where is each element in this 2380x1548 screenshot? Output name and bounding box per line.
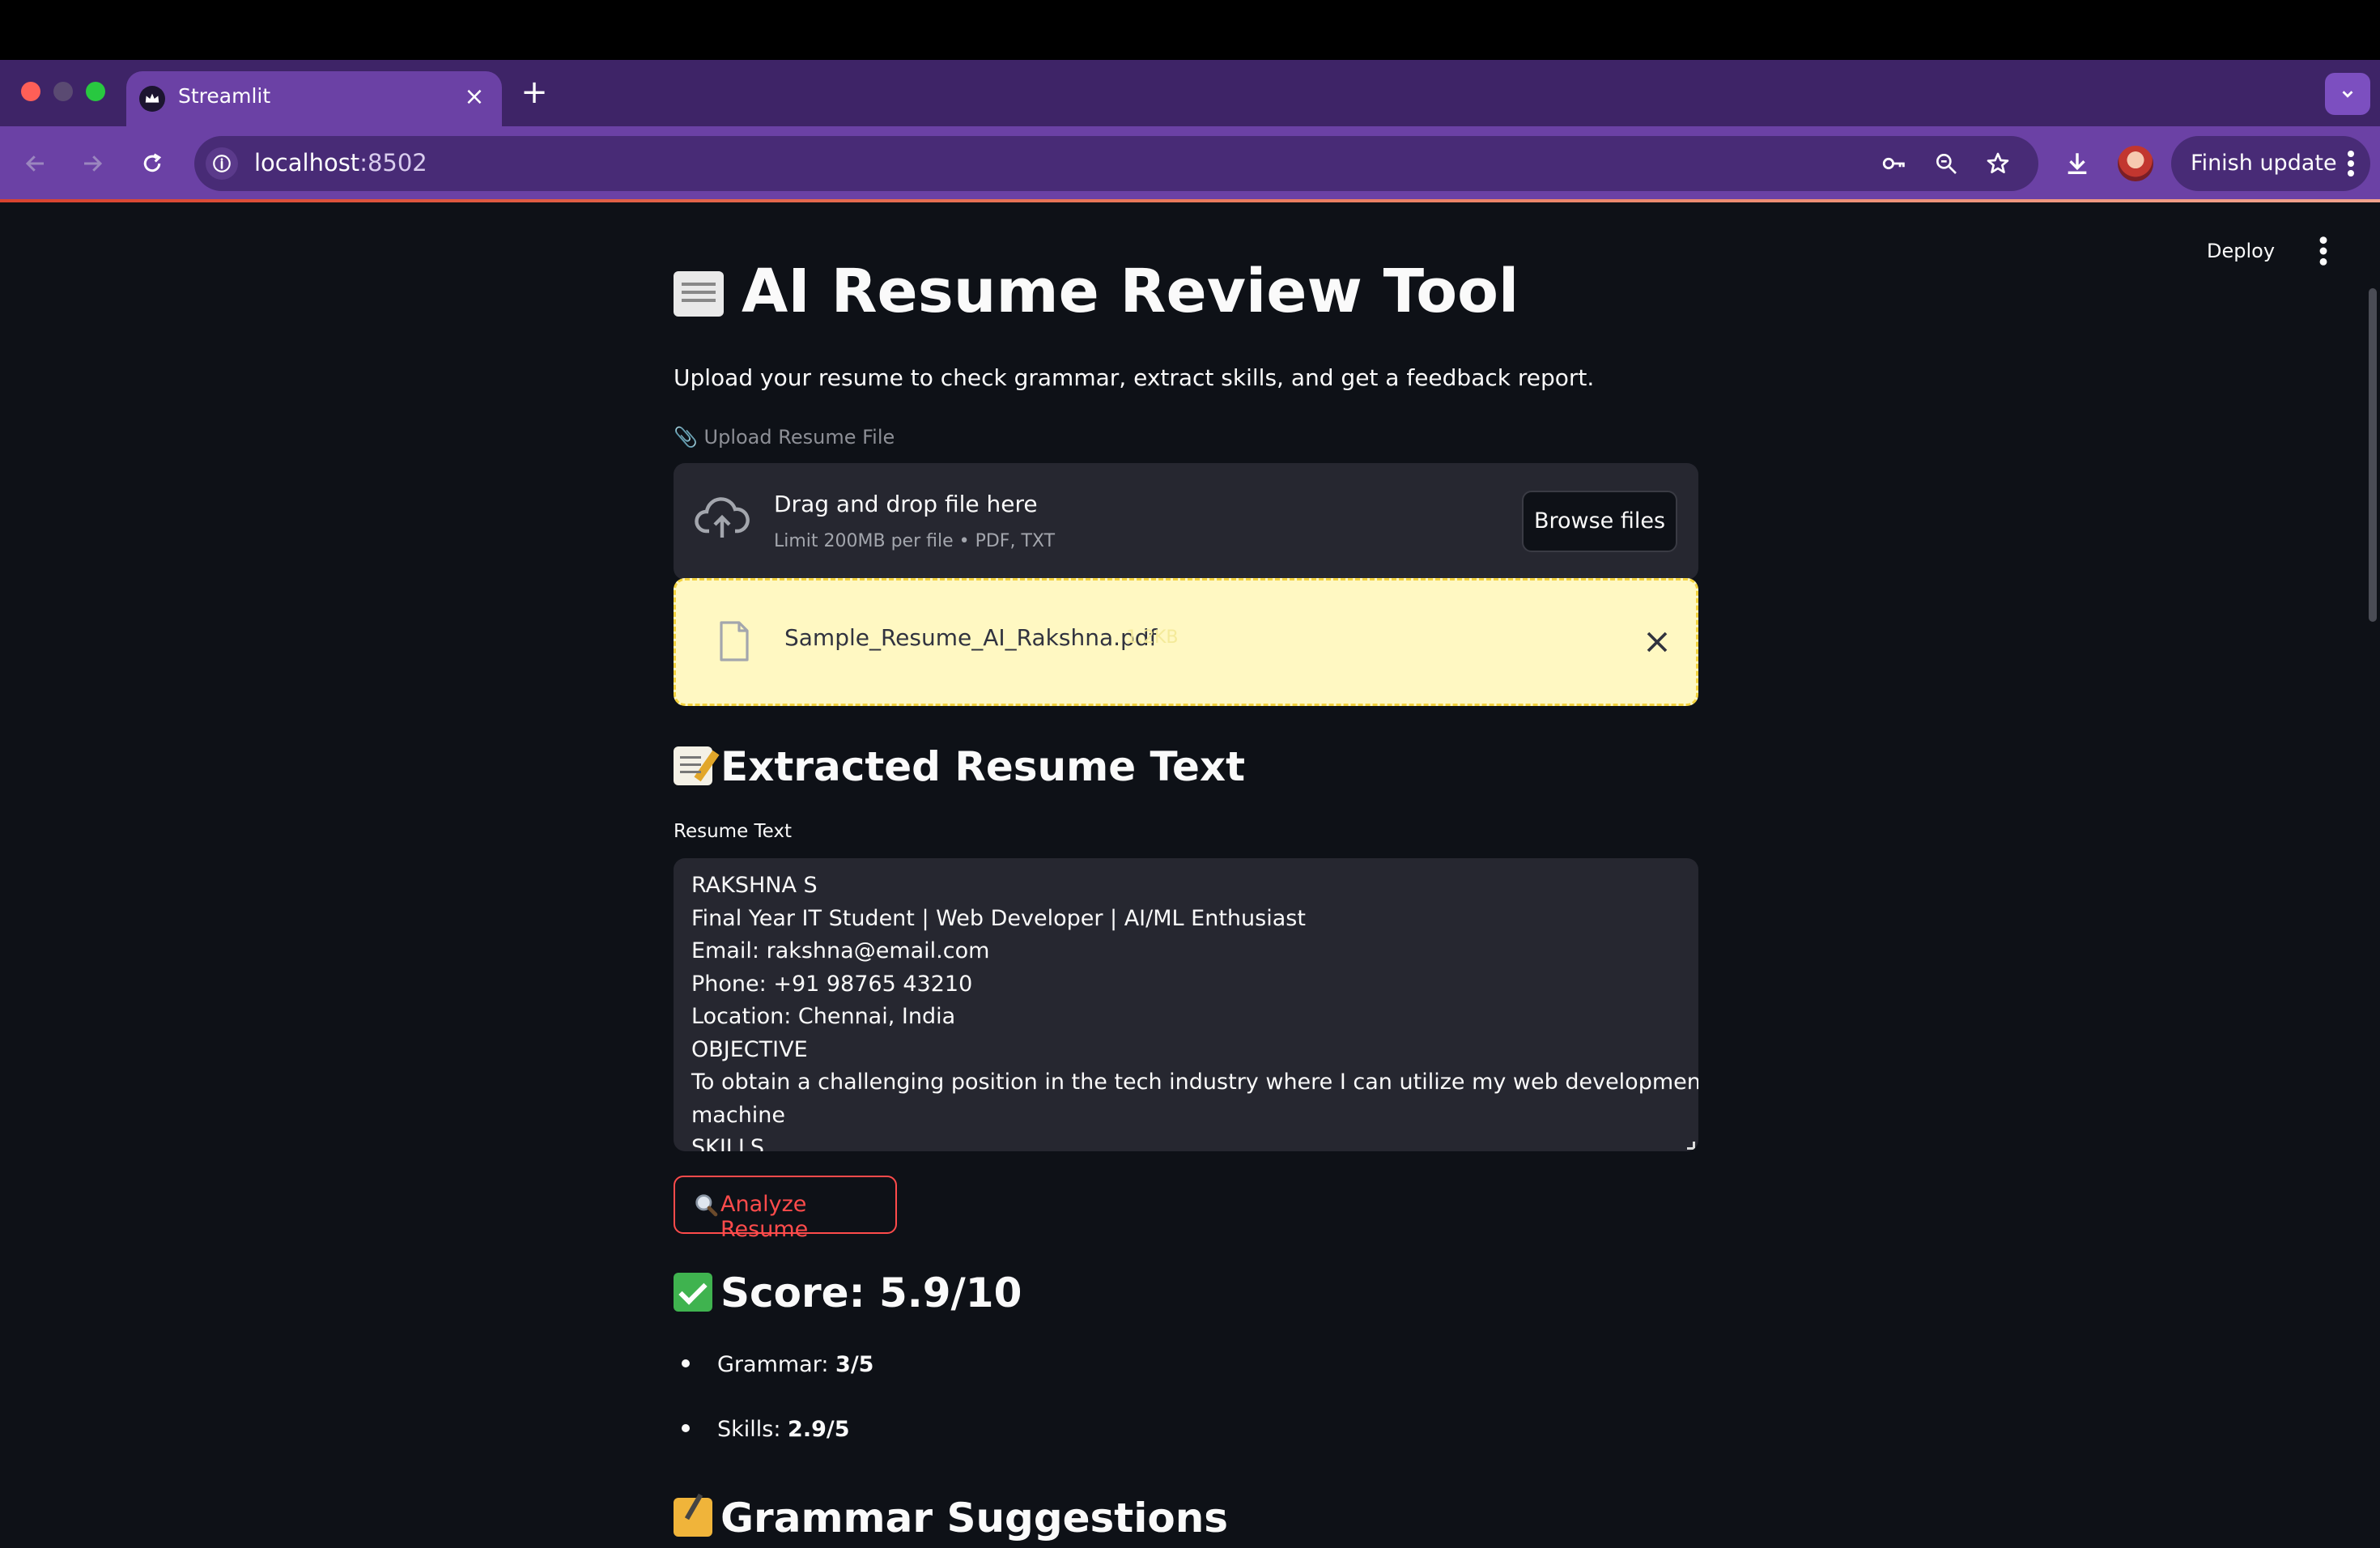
resume-text-line: RAKSHNA S xyxy=(691,873,818,898)
grammar-heading-text: Grammar Suggestions xyxy=(720,1495,1229,1542)
download-icon[interactable] xyxy=(2058,144,2097,183)
score-item-label: Grammar: xyxy=(717,1352,836,1377)
screen-top-bezel xyxy=(0,0,2380,60)
streamlit-crown-icon xyxy=(139,86,165,112)
resume-text-line: OBJECTIVE xyxy=(691,1036,808,1062)
tab-title: Streamlit xyxy=(178,84,271,108)
score-item-grammar: Grammar: 3/5 xyxy=(674,1352,873,1377)
uploaded-file-size: 1.2KB xyxy=(1126,627,1179,648)
finish-update-label: Finish update xyxy=(2191,151,2337,176)
resume-text-line: machine xyxy=(691,1102,786,1128)
page-facing-up-icon xyxy=(674,271,724,317)
password-key-icon[interactable] xyxy=(1876,146,1912,181)
deploy-button[interactable]: Deploy xyxy=(2207,240,2275,262)
score-heading-text: Score: 5.9/10 xyxy=(720,1269,1022,1316)
file-icon xyxy=(720,621,749,661)
page-title-text: AI Resume Review Tool xyxy=(742,257,1519,326)
bullet-icon xyxy=(682,1424,690,1432)
file-dropzone[interactable]: Drag and drop file here Limit 200MB per … xyxy=(674,463,1698,580)
zoom-icon[interactable] xyxy=(1928,146,1964,181)
browse-files-button[interactable]: Browse files xyxy=(1522,491,1677,552)
writing-hand-icon xyxy=(674,1498,712,1537)
url-text[interactable]: localhost:8502 xyxy=(254,149,427,176)
resume-text-line: Final Year IT Student | Web Developer | … xyxy=(691,905,1306,931)
cloud-upload-icon xyxy=(695,497,750,538)
page-title: AI Resume Review Tool xyxy=(674,259,1519,324)
back-icon[interactable] xyxy=(16,144,55,183)
new-tab-button[interactable]: + xyxy=(518,74,550,112)
check-mark-icon xyxy=(674,1273,712,1312)
browser-tab[interactable]: Streamlit × xyxy=(126,71,502,126)
resume-text-line: Location: Chennai, India xyxy=(691,1004,956,1029)
url-host: localhost xyxy=(254,149,360,176)
bullet-icon xyxy=(682,1359,690,1367)
textarea-resize-handle[interactable] xyxy=(1687,1142,1695,1150)
grammar-suggestions-heading: Grammar Suggestions xyxy=(674,1495,1228,1542)
reload-icon[interactable] xyxy=(133,144,172,183)
extracted-heading-text: Extracted Resume Text xyxy=(720,743,1246,790)
site-info-icon[interactable] xyxy=(206,147,238,180)
uploaded-file-row: Sample_Resume_AI_Rakshna.pdf 1.2KB xyxy=(674,578,1698,706)
main-menu-icon[interactable] xyxy=(2315,235,2331,267)
analyze-resume-button[interactable]: Analyze Resume xyxy=(674,1176,897,1242)
remove-file-icon[interactable] xyxy=(1639,624,1675,660)
page-subtitle: Upload your resume to check grammar, ext… xyxy=(674,364,1595,391)
score-item-value: 2.9/5 xyxy=(788,1417,850,1442)
dropzone-instructions: Drag and drop file here xyxy=(774,491,1038,517)
extracted-text-heading: Extracted Resume Text xyxy=(674,743,1245,790)
resume-textarea[interactable]: RAKSHNA S Final Year IT Student | Web De… xyxy=(674,858,1698,1151)
tab-search-chevron-icon[interactable] xyxy=(2325,73,2370,115)
bookmark-star-icon[interactable] xyxy=(1980,146,2016,181)
resume-textarea-label: Resume Text xyxy=(674,821,793,842)
score-item-label: Skills: xyxy=(717,1417,788,1442)
uploader-label: 📎 Upload Resume File xyxy=(674,426,895,449)
more-vertical-icon[interactable] xyxy=(2346,149,2356,178)
score-item-value: 3/5 xyxy=(835,1352,874,1377)
resume-text-line: To obtain a challenging position in the … xyxy=(691,1070,1698,1095)
page-scrollbar[interactable] xyxy=(2369,288,2377,622)
address-bar[interactable]: localhost:8502 xyxy=(194,136,2038,191)
resume-text-line: Email: rakshna@email.com xyxy=(691,938,990,963)
url-port: :8502 xyxy=(359,149,427,176)
window-close-button[interactable] xyxy=(21,82,40,101)
resume-text-line: SKILLS xyxy=(691,1135,765,1151)
analyze-resume-label: Analyze Resume xyxy=(720,1192,809,1242)
uploaded-file-name: Sample_Resume_AI_Rakshna.pdf xyxy=(784,624,1158,651)
forward-icon[interactable] xyxy=(73,144,112,183)
magnifier-icon xyxy=(695,1194,718,1217)
finish-update-button[interactable]: Finish update xyxy=(2171,136,2370,191)
score-heading: Score: 5.9/10 xyxy=(674,1269,1022,1316)
memo-icon xyxy=(674,746,712,785)
dropzone-limit-text: Limit 200MB per file • PDF, TXT xyxy=(774,531,1056,551)
window-maximize-button[interactable] xyxy=(86,82,105,101)
score-item-skills: Skills: 2.9/5 xyxy=(674,1417,850,1442)
tab-close-icon[interactable]: × xyxy=(461,84,487,110)
app-page: Deploy AI Resume Review Tool Upload your… xyxy=(0,202,2380,1548)
resume-text-line: Phone: +91 98765 43210 xyxy=(691,971,973,997)
profile-avatar[interactable] xyxy=(2118,146,2153,181)
window-minimize-button[interactable] xyxy=(53,82,73,101)
